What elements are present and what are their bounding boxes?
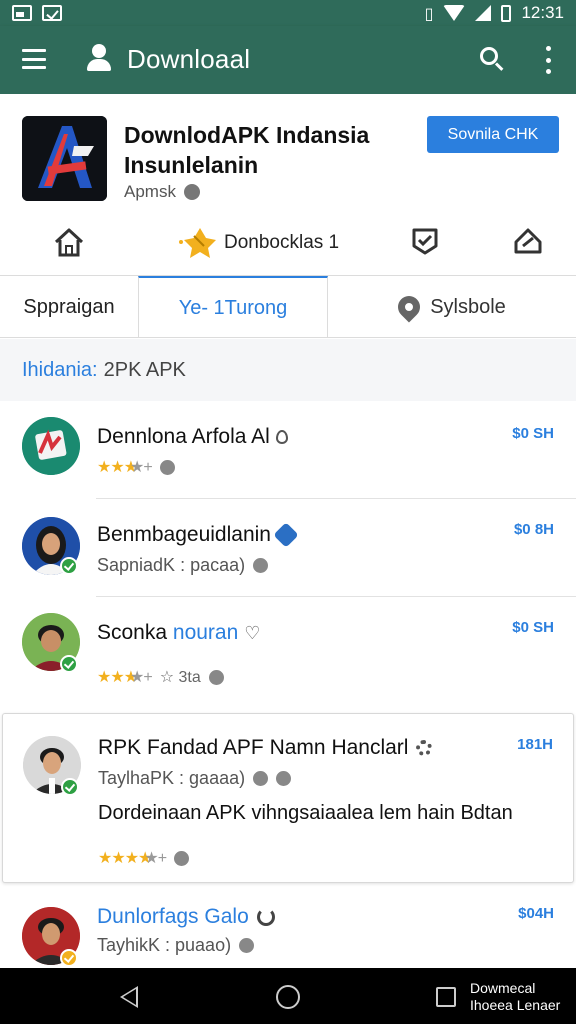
item-time: $04H (518, 905, 554, 922)
badge-button[interactable] (410, 226, 440, 256)
settings-icon (416, 740, 433, 757)
share-icon (514, 228, 542, 254)
item-title: Dunlorfags Galo (97, 905, 275, 929)
wifi-icon (443, 5, 466, 21)
app-bar: Downloaal (0, 26, 576, 94)
status-bar: ▯ 12:31 (0, 0, 576, 26)
section-header: Ihidania: 2PK APK (0, 339, 576, 401)
downloads-button[interactable]: Donbocklas 1 (178, 226, 339, 260)
action-icon-row: Donbocklas 1 (0, 214, 576, 276)
more-options-icon[interactable] (542, 46, 554, 74)
globe-icon (239, 938, 255, 953)
nav-notification-text: Dowmecal Ihoeea Lenaer (470, 980, 561, 1013)
avatar (22, 417, 80, 475)
battery-icon (501, 4, 512, 22)
downloads-label: Donbocklas 1 (224, 232, 340, 253)
home-button[interactable] (52, 226, 86, 258)
home-circle-icon[interactable] (276, 985, 300, 1009)
refresh-icon (256, 908, 275, 927)
item-title: Sconka nouran ♡ (97, 621, 261, 644)
system-navigation-bar: Dowmecal Ihoeea Lenaer (0, 968, 576, 1024)
tab-sylsbole[interactable]: Sylsbole (328, 276, 576, 338)
verified-icon (60, 949, 78, 967)
globe-icon (253, 771, 269, 786)
featured-card[interactable]: RPK Fandad APF Namn Hanclarl TaylhaPK : … (2, 713, 574, 883)
vibrate-icon: ▯ (424, 3, 434, 23)
share-button[interactable] (512, 226, 544, 256)
item-meta: TayhikK : puaao) (97, 935, 255, 956)
list-item[interactable]: Dunlorfags Galo TayhikK : puaao) $04H (0, 889, 576, 969)
app-header: DownlodAPK Indansia Insunlelanin Apmsk S… (0, 94, 576, 214)
home-icon (54, 228, 84, 257)
item-time: 181H (517, 736, 553, 753)
item-meta: SapniadK : pacaa) (97, 555, 269, 576)
globe-icon (208, 669, 224, 685)
search-icon[interactable] (478, 45, 506, 73)
item-time: $0 SH (512, 619, 554, 636)
sparkle-icon (179, 228, 216, 258)
verified-badge-icon (273, 522, 299, 549)
item-meta: TaylhaPK : gaaaa) (98, 768, 292, 789)
droplet-icon (275, 430, 288, 445)
signal-icon (475, 5, 492, 21)
list-item[interactable]: Dennlona Arfola Al ★★★★+ $0 SH (0, 401, 576, 499)
check-notification-icon (42, 5, 62, 21)
menu-icon[interactable] (22, 49, 46, 69)
info-icon (276, 771, 292, 786)
tab-ye-1turong[interactable]: Ye- 1Turong (138, 276, 328, 338)
app-logo (22, 116, 107, 201)
rating: ★★★★+ ☆ 3ta (97, 667, 224, 687)
clock: 12:31 (521, 3, 564, 22)
verified-icon (61, 778, 79, 796)
rating: ★★★★★+ (98, 848, 190, 868)
item-title: Dennlona Arfola Al (97, 425, 288, 449)
list-item[interactable]: Sconka nouran ♡ ★★★★+ ☆ 3ta $0 SH (0, 597, 576, 713)
item-title: RPK Fandad APF Namn Hanclarl (98, 736, 433, 760)
badge-icon (412, 228, 438, 255)
globe-icon (159, 459, 175, 475)
item-description: Dordeinaan APK vihngsaiaalea lem hain Bd… (98, 802, 513, 824)
list-item[interactable]: Benmbageuidlanin SapniadK : pacaa) $0 8H (0, 499, 576, 597)
location-pin-icon (393, 291, 425, 323)
item-time: $0 8H (513, 521, 554, 538)
globe-icon (253, 558, 269, 573)
install-button[interactable]: Sovnila CHK (427, 116, 559, 153)
recent-apps-icon[interactable] (436, 987, 456, 1007)
verified-icon (60, 557, 78, 575)
heart-icon: ♡ (244, 623, 261, 644)
rating: ★★★★+ (97, 457, 175, 477)
tab-sppraigan[interactable]: Sppraigan (0, 276, 138, 338)
account-icon[interactable] (86, 44, 112, 74)
item-title: Benmbageuidlanin (97, 522, 299, 549)
verified-icon (60, 655, 78, 673)
app-publisher: Apmsk (124, 182, 200, 202)
item-time: $0 SH (512, 425, 554, 442)
back-icon[interactable] (120, 986, 138, 1008)
gallery-notification-icon (12, 5, 32, 21)
globe-icon (174, 850, 190, 866)
globe-icon (183, 184, 200, 200)
app-title: Downloaal (127, 44, 251, 74)
tab-bar: Sppraigan Ye- 1Turong Sylsbole (0, 276, 576, 338)
app-name: DownlodAPK Indansia Insunlelanin (124, 122, 370, 178)
